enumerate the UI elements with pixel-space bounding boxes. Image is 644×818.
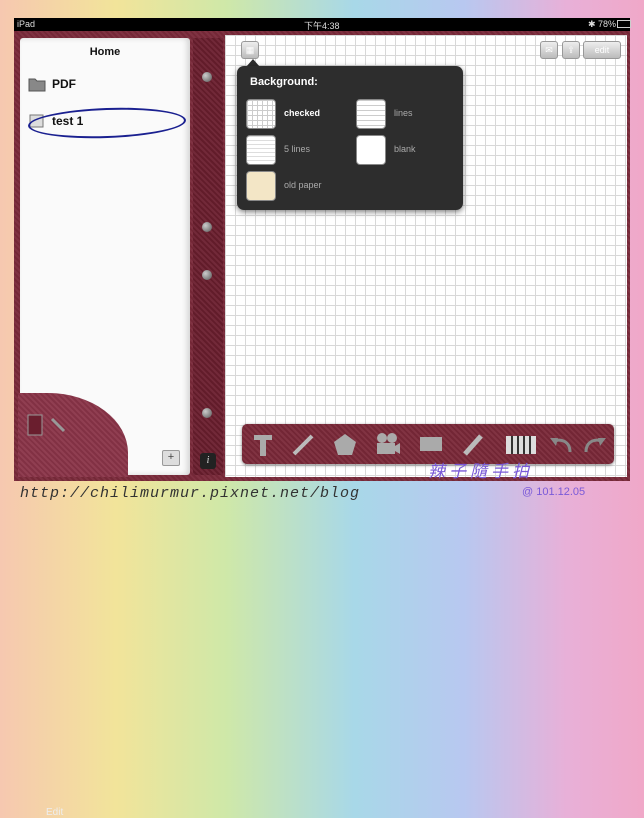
text-tool-icon[interactable] <box>248 430 278 458</box>
export-button[interactable]: ⇪ <box>562 41 580 59</box>
export-icon: ⇪ <box>567 45 575 55</box>
five-lines-thumbnail <box>246 135 276 165</box>
option-label: checked <box>284 108 321 118</box>
option-old-paper[interactable]: old paper <box>246 171 356 203</box>
piano-keys-icon[interactable] <box>504 430 538 458</box>
rivet-icon <box>202 222 212 232</box>
trash-icon <box>27 414 66 436</box>
pencil-icon[interactable] <box>288 430 318 458</box>
info-button[interactable]: i <box>200 453 216 469</box>
signature-watermark: 辣子隨手拍 <box>428 462 533 481</box>
email-button[interactable]: ✉ <box>540 41 558 59</box>
panel-title: Home <box>89 46 121 58</box>
option-label: lines <box>394 108 413 118</box>
status-bar: iPad 下午4:38 ✱ 78% <box>14 18 631 31</box>
date-watermark: @ 101.12.05 <box>522 486 586 498</box>
redo-icon[interactable] <box>580 430 610 458</box>
option-label: old paper <box>284 180 322 190</box>
rivet-icon <box>202 408 212 418</box>
lines-thumbnail <box>356 99 386 129</box>
edit-button[interactable]: Edit <box>46 807 63 818</box>
rivet-icon <box>202 72 212 82</box>
option-label: 5 lines <box>284 144 311 154</box>
battery-percent: 78% <box>598 19 617 29</box>
option-blank[interactable]: blank <box>356 135 466 167</box>
blog-url-watermark: http://chilimurmur.pixnet.net/blog <box>20 485 361 502</box>
checked-thumbnail <box>246 99 276 129</box>
edit-canvas-button[interactable]: edit <box>583 41 621 59</box>
pen-icon[interactable] <box>458 430 488 458</box>
add-notebook-button[interactable]: + <box>162 450 180 466</box>
option-lines[interactable]: lines <box>356 99 466 131</box>
video-camera-icon[interactable] <box>372 430 402 458</box>
old-paper-thumbnail <box>246 171 276 201</box>
binding-spine <box>193 38 223 475</box>
bluetooth-icon: ✱ <box>588 19 596 29</box>
popover-title: Background: <box>250 76 318 88</box>
rivet-icon <box>202 270 212 280</box>
notebook-list-panel: Home PDF test 1 Edit + <box>18 38 190 818</box>
blank-thumbnail <box>356 135 386 165</box>
image-icon: ▦ <box>245 45 255 55</box>
background-popover: Background: checked lines 5 lines blank … <box>237 66 463 210</box>
pentagon-icon[interactable] <box>330 430 360 458</box>
mail-icon: ✉ <box>545 45 553 55</box>
list-item-label: PDF <box>52 77 76 91</box>
option-label: blank <box>394 144 416 154</box>
option-5-lines[interactable]: 5 lines <box>246 135 356 167</box>
rectangle-icon[interactable] <box>416 430 446 458</box>
undo-icon[interactable] <box>546 430 576 458</box>
folder-icon <box>28 78 46 92</box>
option-checked[interactable]: checked <box>246 99 356 131</box>
background-button[interactable]: ▦ <box>241 41 259 59</box>
battery-icon <box>617 20 631 28</box>
leather-corner: Edit <box>18 393 128 818</box>
list-item-pdf[interactable]: PDF <box>28 74 188 98</box>
device-name: iPad <box>17 19 36 29</box>
